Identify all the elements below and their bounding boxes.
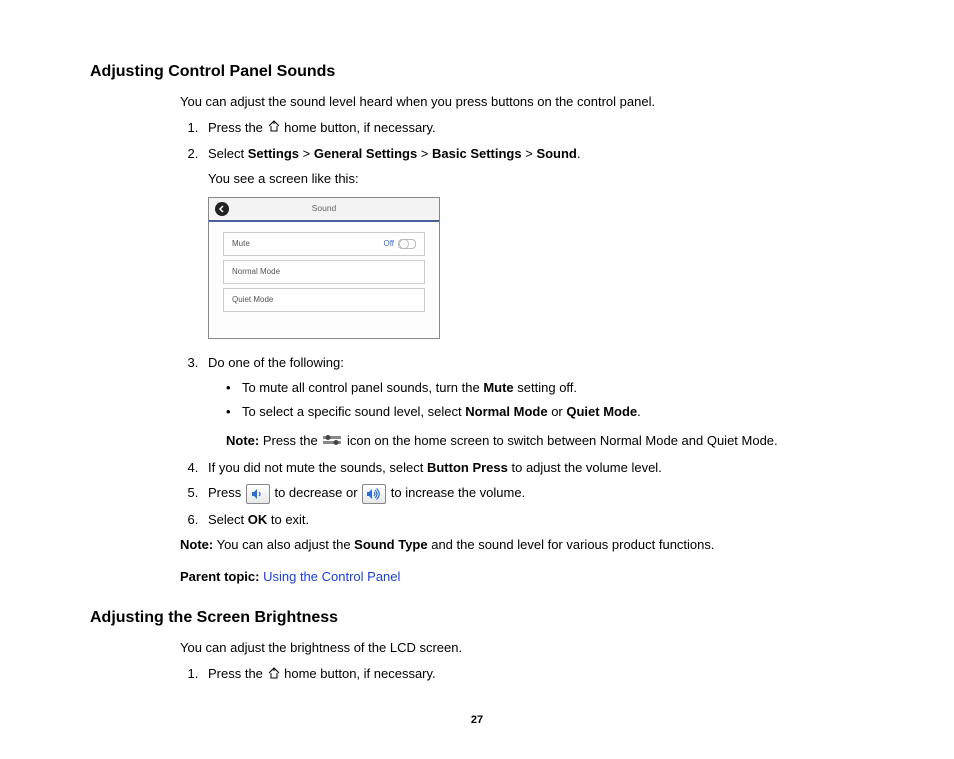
volume-down-icon: [246, 484, 270, 504]
bullet-mute: To mute all control panel sounds, turn t…: [226, 378, 864, 398]
heading-adjusting-brightness: Adjusting the Screen Brightness: [90, 606, 864, 630]
intro-paragraph: You can adjust the sound level heard whe…: [180, 92, 864, 112]
screenshot-row-mute: Mute Off: [223, 232, 425, 256]
step-2: Select Settings > General Settings > Bas…: [202, 144, 864, 339]
step-3: Do one of the following: To mute all con…: [202, 353, 864, 452]
home-icon: [267, 118, 281, 138]
step-5: Press to decrease or to increase the vol…: [202, 483, 864, 504]
heading-adjusting-sounds: Adjusting Control Panel Sounds: [90, 60, 864, 84]
brightness-step-1: Press the home button, if necessary.: [202, 664, 864, 684]
page-number: 27: [90, 712, 864, 729]
toggle-icon: [398, 239, 416, 249]
screenshot-title: Sound: [209, 202, 439, 215]
volume-up-icon: [362, 484, 386, 504]
note-sound-type: Note: You can also adjust the Sound Type…: [180, 535, 864, 555]
parent-topic-link[interactable]: Using the Control Panel: [263, 569, 400, 584]
step-6: Select OK to exit.: [202, 510, 864, 530]
step-4: If you did not mute the sounds, select B…: [202, 458, 864, 478]
home-icon: [267, 665, 281, 685]
bullet-select-level: To select a specific sound level, select…: [226, 402, 864, 422]
parent-topic: Parent topic: Using the Control Panel: [180, 567, 864, 587]
intro-brightness: You can adjust the brightness of the LCD…: [180, 638, 864, 658]
step-2-subtext: You see a screen like this:: [208, 169, 864, 189]
note-mode-switch: Note: Press the icon on the home screen …: [226, 431, 864, 451]
step-1: Press the home button, if necessary.: [202, 118, 864, 138]
sound-settings-screenshot: Sound Mute Off Normal Mode Quiet Mode: [208, 197, 440, 339]
screenshot-row-quiet: Quiet Mode: [223, 288, 425, 312]
screenshot-row-normal: Normal Mode: [223, 260, 425, 284]
sound-mode-icon: [323, 432, 341, 452]
